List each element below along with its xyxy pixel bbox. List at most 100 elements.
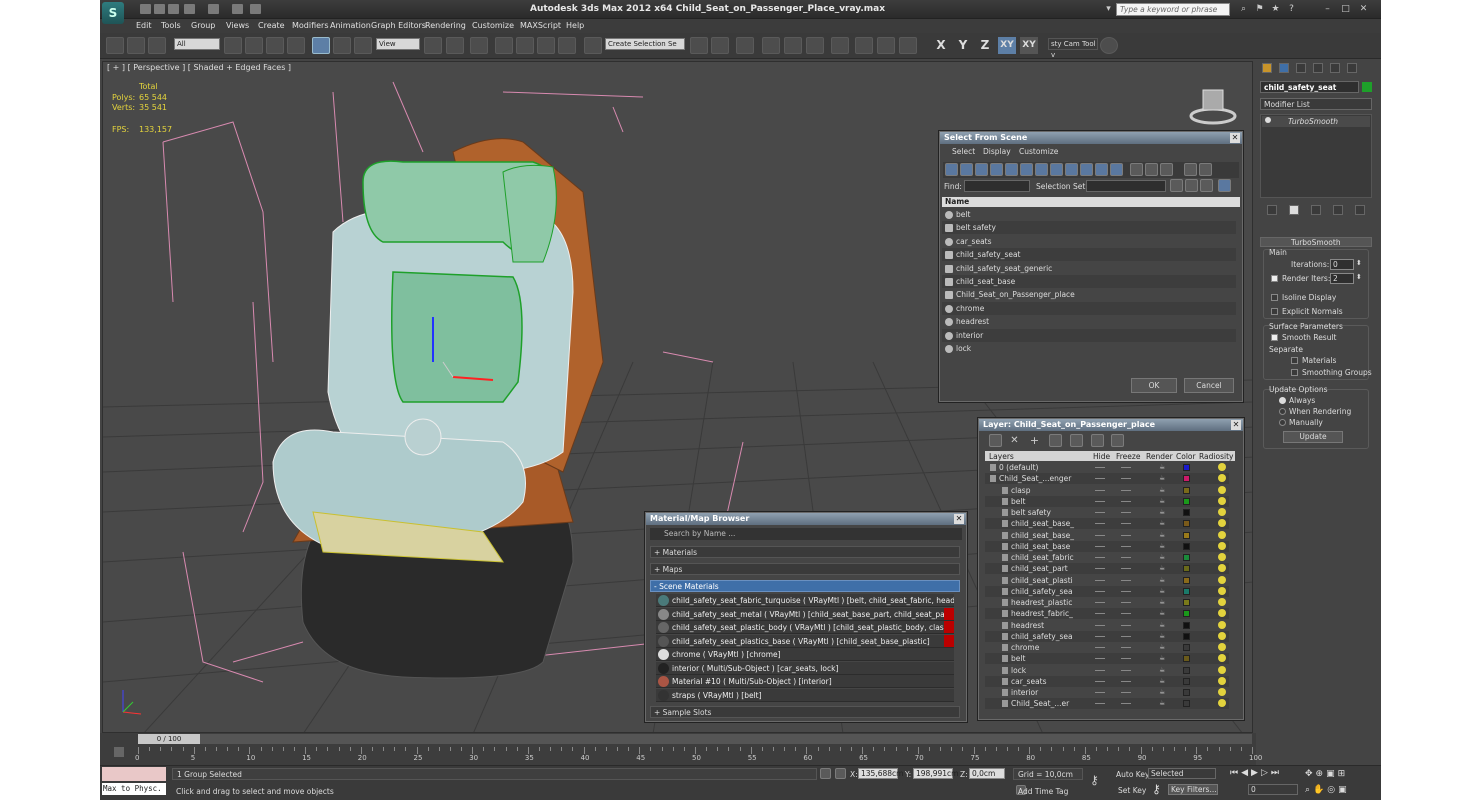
render-teapot-icon[interactable]: ☕ xyxy=(1159,677,1167,685)
viewport-nav-icon[interactable]: ✥⊕▣⊞ xyxy=(1305,769,1348,779)
hide-toggle[interactable] xyxy=(1095,467,1105,468)
add-time-tag-button[interactable]: Add Time Tag xyxy=(1018,787,1068,796)
list-item[interactable]: Child_Seat_on_Passenger_place xyxy=(942,288,1236,301)
hide-toggle[interactable] xyxy=(1095,557,1105,558)
render-teapot-icon[interactable]: ☕ xyxy=(1159,486,1167,494)
list-item[interactable]: headrest xyxy=(942,315,1236,328)
filter-funnel-icon[interactable] xyxy=(1184,163,1197,176)
help-icon[interactable]: ? xyxy=(1286,4,1297,15)
filter-containers-icon[interactable] xyxy=(1080,163,1093,176)
hide-toggle[interactable] xyxy=(1095,590,1105,592)
freeze-all-layers-icon[interactable] xyxy=(1111,434,1124,447)
utilities-tab-icon[interactable] xyxy=(1347,63,1357,73)
hide-toggle[interactable] xyxy=(1095,692,1105,693)
layer-row[interactable]: Child_Seat_...enger ☕ xyxy=(985,473,1229,485)
radiosity-icon[interactable] xyxy=(1218,519,1226,528)
select-scale-icon[interactable] xyxy=(354,37,372,54)
freeze-toggle[interactable] xyxy=(1121,512,1131,513)
render-teapot-icon[interactable]: ☕ xyxy=(1159,599,1167,606)
modifier-list-dropdown[interactable]: Modifier List xyxy=(1260,98,1372,110)
freeze-toggle[interactable] xyxy=(1121,624,1131,626)
filter-funnel-options-icon[interactable] xyxy=(1199,163,1212,176)
radiosity-icon[interactable] xyxy=(1218,609,1226,618)
selection-filter-dropdown[interactable]: All xyxy=(174,38,220,50)
hide-toggle[interactable] xyxy=(1095,500,1105,502)
make-unique-icon[interactable] xyxy=(1311,205,1321,215)
layer-color-swatch[interactable] xyxy=(1183,542,1190,550)
radiosity-icon[interactable] xyxy=(1218,586,1226,595)
new-icon[interactable] xyxy=(140,4,151,14)
material-item[interactable]: child_safety_seat_plastics_base ( VRayMt… xyxy=(656,634,954,648)
layer-color-swatch[interactable] xyxy=(1183,610,1190,618)
axis-y-button[interactable]: Y xyxy=(954,37,972,54)
align-icon[interactable] xyxy=(711,37,729,54)
iterations-spinner-icon[interactable]: ⬍ xyxy=(1356,259,1362,267)
filter-spacewarps-icon[interactable] xyxy=(1020,163,1033,176)
material-item[interactable]: chrome ( VRayMtl ) [chrome] xyxy=(656,648,954,661)
select-none-icon[interactable] xyxy=(1145,163,1158,176)
hierarchy-icon[interactable] xyxy=(1185,179,1198,192)
select-move-icon[interactable] xyxy=(312,37,330,54)
object-color-swatch[interactable] xyxy=(1362,82,1372,92)
name-column-header[interactable]: Name xyxy=(942,197,1240,207)
layer-color-swatch[interactable] xyxy=(1183,666,1190,674)
filter-shapes-icon[interactable] xyxy=(960,163,973,176)
schematic-view-icon[interactable] xyxy=(806,37,824,54)
radiosity-icon[interactable] xyxy=(1218,553,1226,561)
layer-row[interactable]: headrest_fabric_ ☕ xyxy=(985,608,1229,620)
layer-manager-icon[interactable] xyxy=(736,37,754,54)
tab-display[interactable]: Display xyxy=(983,147,1011,156)
filter-lights-icon[interactable] xyxy=(975,163,988,176)
material-item[interactable]: child_safety_seat_fabric_turquoise ( VRa… xyxy=(656,594,954,607)
selected-dropdown[interactable]: Selected xyxy=(1148,768,1216,779)
pivot-center-icon[interactable] xyxy=(424,37,442,54)
freeze-toggle[interactable] xyxy=(1121,669,1131,671)
list-item[interactable]: chrome xyxy=(942,301,1236,315)
render-teapot-icon[interactable]: ☕ xyxy=(1159,666,1167,674)
selection-set-dropdown[interactable] xyxy=(1086,180,1166,192)
col-radiosity[interactable]: Radiosity xyxy=(1199,452,1233,461)
layer-row[interactable]: lock ☕ xyxy=(985,665,1229,676)
axis-xy-cycle-button[interactable]: XY xyxy=(1020,37,1038,54)
layer-color-swatch[interactable] xyxy=(1183,497,1190,505)
radiosity-icon[interactable] xyxy=(1218,575,1226,584)
render-teapot-icon[interactable]: ☕ xyxy=(1159,576,1167,584)
light-bulb-icon[interactable] xyxy=(1265,117,1271,123)
keyboard-shortcut-icon[interactable] xyxy=(470,37,488,54)
close-icon[interactable]: ✕ xyxy=(1231,420,1241,430)
layer-color-swatch[interactable] xyxy=(1183,554,1190,561)
dropdown-arrow-icon[interactable]: ▾ xyxy=(1103,4,1114,15)
layer-color-swatch[interactable] xyxy=(1183,509,1190,516)
radiosity-icon[interactable] xyxy=(1218,485,1226,494)
render-iters-spinner-icon[interactable]: ⬍ xyxy=(1356,273,1362,281)
filter-helpers-icon[interactable] xyxy=(1005,163,1018,176)
angle-snap-icon[interactable] xyxy=(516,37,534,54)
axis-xy-button[interactable]: XY xyxy=(998,37,1016,54)
isoline-display-checkbox[interactable] xyxy=(1271,294,1278,301)
filter-hidden-icon[interactable] xyxy=(1110,163,1123,176)
layer-color-swatch[interactable] xyxy=(1183,655,1190,663)
smooth-result-checkbox[interactable] xyxy=(1271,334,1278,341)
hide-toggle[interactable] xyxy=(1095,489,1105,491)
hide-toggle[interactable] xyxy=(1095,512,1105,513)
select-manipulate-icon[interactable] xyxy=(446,37,464,54)
menu-group[interactable]: Group xyxy=(191,21,215,30)
filter-xrefs-icon[interactable] xyxy=(1050,163,1063,176)
layer-color-swatch[interactable] xyxy=(1183,587,1190,595)
menu-animation[interactable]: Animation xyxy=(330,21,371,30)
mirror-icon[interactable] xyxy=(690,37,708,54)
list-item[interactable]: belt safety xyxy=(942,221,1236,235)
percent-snap-icon[interactable] xyxy=(537,37,555,54)
freeze-toggle[interactable] xyxy=(1121,568,1131,570)
layer-row[interactable]: belt ☕ xyxy=(985,653,1229,665)
freeze-toggle[interactable] xyxy=(1121,590,1131,592)
list-item[interactable]: child_seat_base xyxy=(942,275,1236,288)
menu-maxscript[interactable]: MAXScript xyxy=(520,21,561,30)
sync-selection-icon[interactable] xyxy=(1218,179,1231,192)
render-teapot-icon[interactable]: ☕ xyxy=(1159,655,1167,662)
freeze-toggle[interactable] xyxy=(1121,545,1131,547)
modify-tab-icon[interactable] xyxy=(1279,63,1289,73)
add-to-layer-icon[interactable]: + xyxy=(1029,435,1040,446)
absolute-mode-icon[interactable] xyxy=(835,768,846,779)
menu-create[interactable]: Create xyxy=(258,21,285,30)
